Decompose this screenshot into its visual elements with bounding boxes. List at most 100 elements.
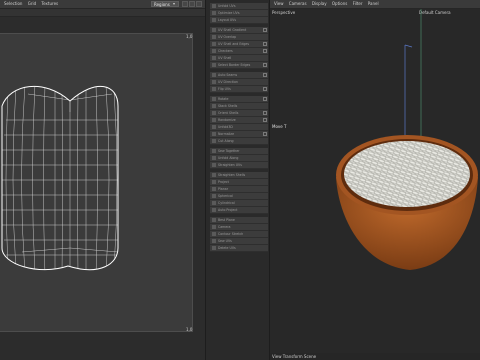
- uv-tool-row[interactable]: Sew Together: [210, 148, 268, 155]
- uv-tool-row[interactable]: Optimize UVs: [210, 10, 268, 17]
- uv-tool-label: Normalize: [218, 132, 235, 136]
- menu-panel[interactable]: Panel: [368, 0, 379, 8]
- uv-tool-label: Flip UVs: [218, 87, 231, 91]
- option-checkbox[interactable]: [263, 111, 267, 115]
- uv-tool-label: Orient Shells: [218, 111, 239, 115]
- tool-icon: [212, 201, 216, 205]
- tool-icon: [212, 246, 216, 250]
- tool-icon: [212, 80, 216, 84]
- tool-icon: [212, 87, 216, 91]
- uv-tool-label: Checkers: [218, 49, 233, 53]
- uv-tool-label: Select Border Edges: [218, 63, 251, 67]
- tool-icon: [212, 139, 216, 143]
- uv-tool-row[interactable]: Unfold Along: [210, 155, 268, 162]
- uv-tool-row[interactable]: Checkers: [210, 48, 268, 55]
- menu-filter[interactable]: Filter: [353, 0, 363, 8]
- tool-icon: [212, 111, 216, 115]
- tool-icon: [212, 149, 216, 153]
- option-checkbox[interactable]: [263, 42, 267, 46]
- tool-icon: [212, 73, 216, 77]
- tool-icon: [212, 63, 216, 67]
- uv-tool-label: Contour Stretch: [218, 232, 244, 236]
- uv-tool-label: Randomize: [218, 118, 236, 122]
- tool-icon: [212, 18, 216, 22]
- uv-tool-label: Optimize UVs: [218, 11, 240, 15]
- uv-tool-label: Spherical: [218, 194, 233, 198]
- uv-tool-label: Project: [218, 180, 229, 184]
- tool-icon: [212, 180, 216, 184]
- option-checkbox[interactable]: [263, 132, 267, 136]
- uv-tool-label: Stack Shells: [218, 104, 238, 108]
- uv-tool-row[interactable]: Rotate: [210, 96, 268, 103]
- uv-tool-row[interactable]: Randomize: [210, 117, 268, 124]
- uv-tool-row[interactable]: Select Border Edges: [210, 62, 268, 69]
- uv-tool-row[interactable]: Auto Project: [210, 207, 268, 214]
- uv-tool-label: Sew Together: [218, 149, 240, 153]
- uv-wireframe: [1, 85, 119, 271]
- menu-cameras[interactable]: Cameras: [289, 0, 307, 8]
- uv-tool-row[interactable]: Cut Along: [210, 138, 268, 145]
- viewport-menubar: View Cameras Display Options Filter Pane…: [270, 0, 480, 9]
- tool-icon: [212, 35, 216, 39]
- tool-icon: [212, 4, 216, 8]
- uv-tool-row[interactable]: Straighten UVs: [210, 162, 268, 169]
- uv-tool-row[interactable]: Camera: [210, 224, 268, 231]
- uv-tool-row[interactable]: UV Shell and Edges: [210, 41, 268, 48]
- uv-tool-row[interactable]: Orient Shells: [210, 110, 268, 117]
- uv-tool-row[interactable]: Straighten Shells: [210, 172, 268, 179]
- option-checkbox[interactable]: [263, 97, 267, 101]
- option-checkbox[interactable]: [263, 118, 267, 122]
- uv-tool-label: Camera: [218, 225, 231, 229]
- uv-tool-row[interactable]: Flip UVs: [210, 86, 268, 93]
- uv-tool-row[interactable]: Contour Stretch: [210, 231, 268, 238]
- menu-view[interactable]: View: [274, 0, 284, 8]
- menu-options[interactable]: Options: [332, 0, 347, 8]
- tool-icon: [212, 97, 216, 101]
- uv-tool-row[interactable]: Cylindrical: [210, 200, 268, 207]
- option-checkbox[interactable]: [263, 87, 267, 91]
- option-checkbox[interactable]: [263, 73, 267, 77]
- tool-icon: [212, 232, 216, 236]
- option-checkbox[interactable]: [263, 28, 267, 32]
- uv-tool-row[interactable]: UV Shell Gradient: [210, 27, 268, 34]
- tool-icon: [212, 104, 216, 108]
- tool-icon: [212, 42, 216, 46]
- uv-tool-label: Unfold UVs: [218, 4, 236, 8]
- uv-tool-label: Delete UVs: [218, 246, 236, 250]
- uv-tool-row[interactable]: Stack Shells: [210, 103, 268, 110]
- uv-tool-row[interactable]: Normalize: [210, 131, 268, 138]
- uv-tool-label: Auto Project: [218, 208, 238, 212]
- uv-tool-row[interactable]: Unfold3D: [210, 124, 268, 131]
- uv-tool-label: UV Shell and Edges: [218, 42, 250, 46]
- uv-tool-label: UV Shell Gradient: [218, 28, 247, 32]
- uv-tool-row[interactable]: Spherical: [210, 193, 268, 200]
- tool-icon: [212, 225, 216, 229]
- tool-icon: [212, 28, 216, 32]
- uv-tool-row[interactable]: UV Overlap: [210, 34, 268, 41]
- tool-icon: [212, 118, 216, 122]
- uv-tool-label: Planar: [218, 187, 229, 191]
- uv-tool-row[interactable]: UV Shell: [210, 55, 268, 62]
- uv-tool-row[interactable]: Layout UVs: [210, 17, 268, 24]
- uv-tool-row[interactable]: Auto Seams: [210, 72, 268, 79]
- uv-tool-label: Best Plane: [218, 218, 235, 222]
- uv-tool-row[interactable]: Planar: [210, 186, 268, 193]
- option-checkbox[interactable]: [263, 63, 267, 67]
- tool-icon: [212, 156, 216, 160]
- uv-tool-label: Auto Seams: [218, 73, 238, 77]
- uv-tool-row[interactable]: UV Direction: [210, 79, 268, 86]
- uv-tool-label: UV Overlap: [218, 35, 237, 39]
- uv-tool-label: Cut Along: [218, 139, 234, 143]
- uv-tool-row[interactable]: Delete UVs: [210, 245, 268, 252]
- uv-tool-label: Straighten UVs: [218, 163, 242, 167]
- option-checkbox[interactable]: [263, 49, 267, 53]
- menu-display[interactable]: Display: [312, 0, 327, 8]
- uv-tool-row[interactable]: Project: [210, 179, 268, 186]
- uv-tool-row[interactable]: Unfold UVs: [210, 3, 268, 10]
- uv-tool-label: UV Shell: [218, 56, 232, 60]
- uv-tool-row[interactable]: Sew UVs: [210, 238, 268, 245]
- uv-tool-row[interactable]: Best Plane: [210, 217, 268, 224]
- tool-icon: [212, 132, 216, 136]
- uv-tool-label: UV Direction: [218, 80, 238, 84]
- tool-icon: [212, 125, 216, 129]
